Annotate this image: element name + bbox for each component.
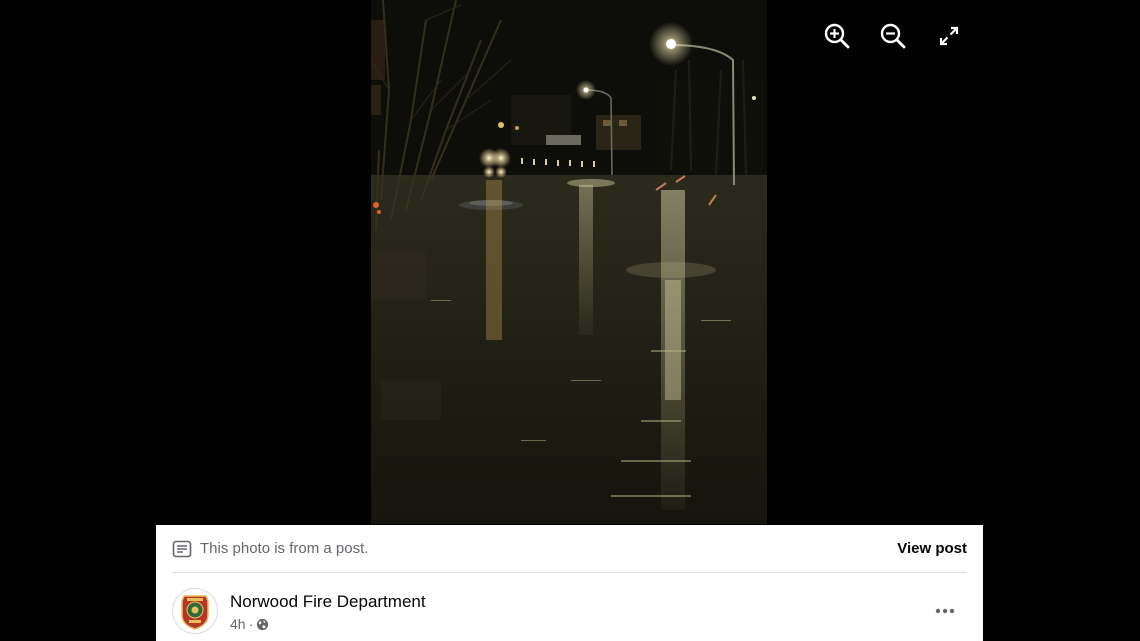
- post-notice: This photo is from a post.: [172, 540, 368, 558]
- post-meta: 4h ·: [230, 615, 426, 633]
- avatar[interactable]: [172, 588, 218, 634]
- photo-viewer: This photo is from a post. View post Nor…: [0, 0, 1140, 641]
- zoom-in-button[interactable]: [821, 20, 853, 52]
- zoom-out-button[interactable]: [877, 20, 909, 52]
- globe-icon: [257, 618, 269, 630]
- post-author-row: Norwood Fire Department 4h ·: [172, 588, 967, 638]
- flood-photo: [371, 0, 767, 524]
- view-post-link[interactable]: View post: [897, 540, 967, 557]
- author-name[interactable]: Norwood Fire Department: [230, 591, 426, 613]
- post-time[interactable]: 4h: [230, 615, 246, 633]
- zoom-in-icon: [824, 23, 850, 49]
- fullscreen-button[interactable]: [933, 20, 965, 52]
- post-info-panel: This photo is from a post. View post Nor…: [156, 525, 983, 641]
- post-notice-text: This photo is from a post.: [200, 540, 369, 557]
- more-options-icon: [935, 608, 955, 614]
- fullscreen-icon: [939, 26, 959, 46]
- more-options-button[interactable]: [931, 601, 959, 621]
- zoom-out-icon: [880, 23, 906, 49]
- post-icon: [172, 540, 192, 557]
- post-notice-row: This photo is from a post. View post: [172, 525, 967, 573]
- meta-separator: ·: [248, 616, 254, 632]
